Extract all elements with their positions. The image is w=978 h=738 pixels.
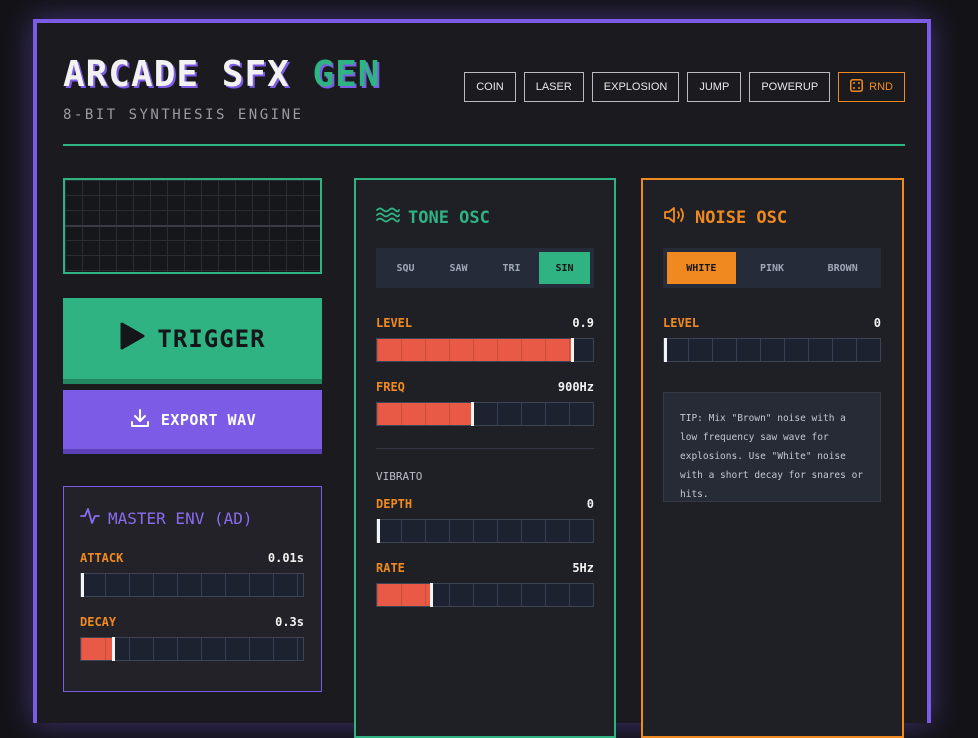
tone-header: TONE OSC [376,206,490,229]
tone-level-slider-knob[interactable] [571,338,575,362]
export-wav-button[interactable]: EXPORT WAV [63,390,322,454]
preset-laser-button[interactable]: LASER [523,72,584,102]
decay-slider-knob[interactable] [112,637,116,661]
preset-powerup-button[interactable]: POWERUP [749,72,831,102]
tone-freq-value: 900Hz [557,380,594,394]
decay-slider-fill [81,638,113,660]
page-title: ARCADE SFX GEN [63,55,380,95]
preset-bar: COIN LASER EXPLOSION JUMP POWERUP RND [464,72,905,102]
tone-level-label: LEVEL [376,316,413,330]
tone-freq-slider[interactable] [376,402,594,426]
tone-oscillator-panel: TONE OSC SQU SAW TRI SIN LEVEL 0.9 FREQ 90… [354,178,616,738]
noise-option-brown[interactable]: BROWN [808,252,877,284]
vibrato-label: VIBRATO [376,470,423,483]
noise-oscillator-panel: NOISE OSC WHITE PINK BROWN LEVEL 0 TIP: M… [641,178,904,738]
vibrato-depth-control: DEPTH 0 [376,497,594,543]
trigger-button[interactable]: TRIGGER [63,298,322,384]
noise-header: NOISE OSC [663,206,787,229]
preset-jump-button[interactable]: JUMP [687,72,742,102]
dice-icon [850,79,864,95]
master-envelope-panel: MASTER ENV (AD) ATTACK 0.01s DECAY 0.3s [63,486,322,692]
trigger-label: TRIGGER [157,324,266,353]
oscilloscope-display [63,178,322,274]
attack-label: ATTACK [80,551,124,565]
rate-label: RATE [376,561,405,575]
decay-control: DECAY 0.3s [80,615,304,661]
vibrato-divider [376,448,594,449]
decay-value: 0.3s [275,615,304,629]
noise-option-pink[interactable]: PINK [738,252,807,284]
tone-level-control: LEVEL 0.9 [376,316,594,362]
header-divider [63,144,905,146]
title-main: ARCADE SFX [63,54,290,95]
noise-title: NOISE OSC [695,207,788,228]
vibrato-rate-control: RATE 5Hz [376,561,594,607]
attack-value: 0.01s [267,551,304,565]
tone-title: TONE OSC [408,207,490,228]
wave-icon [376,206,400,229]
tone-level-slider-fill [377,339,572,361]
tip-box: TIP: Mix "Brown" noise with a low freque… [663,392,881,502]
noise-level-label: LEVEL [663,316,700,330]
noise-level-control: LEVEL 0 [663,316,881,362]
speaker-icon [663,206,687,229]
download-icon [129,407,151,433]
rate-value: 5Hz [572,561,594,575]
random-label: RND [869,81,893,93]
tone-freq-control: FREQ 900Hz [376,380,594,426]
depth-slider-knob[interactable] [377,519,380,543]
app-frame: ARCADE SFX GEN 8-BIT SYNTHESIS ENGINE CO… [33,19,931,738]
noise-type-selector: WHITE PINK BROWN [663,248,881,288]
decay-label: DECAY [80,615,117,629]
play-icon [119,322,145,356]
noise-level-slider[interactable] [663,338,881,362]
depth-label: DEPTH [376,497,413,511]
noise-level-value: 0 [873,316,881,330]
depth-slider[interactable] [376,519,594,543]
tone-freq-label: FREQ [376,380,405,394]
rate-slider-fill [377,584,430,606]
tone-freq-slider-fill [377,403,471,425]
waveform-option-saw[interactable]: SAW [433,252,484,284]
noise-level-slider-knob[interactable] [664,338,667,362]
tone-level-slider[interactable] [376,338,594,362]
oscilloscope-centerline [65,225,320,227]
waveform-selector: SQU SAW TRI SIN [376,248,594,288]
tone-level-value: 0.9 [572,316,594,330]
waveform-option-sin[interactable]: SIN [539,252,590,284]
waveform-option-tri[interactable]: TRI [486,252,537,284]
rate-slider[interactable] [376,583,594,607]
preset-coin-button[interactable]: COIN [464,72,516,102]
page-subtitle: 8-BIT SYNTHESIS ENGINE [63,107,304,123]
attack-control: ATTACK 0.01s [80,551,304,597]
depth-value: 0 [586,497,594,511]
activity-icon [80,507,100,529]
tone-freq-slider-knob[interactable] [470,402,474,426]
attack-slider[interactable] [80,573,304,597]
waveform-option-squ[interactable]: SQU [380,252,431,284]
noise-option-white[interactable]: WHITE [667,252,736,284]
random-button[interactable]: RND [838,72,905,102]
decay-slider[interactable] [80,637,304,661]
rate-slider-knob[interactable] [429,583,433,607]
envelope-header: MASTER ENV (AD) [80,507,253,529]
preset-explosion-button[interactable]: EXPLOSION [591,72,680,102]
attack-slider-knob[interactable] [81,573,84,597]
export-label: EXPORT WAV [160,410,257,429]
title-accent: GEN [312,54,381,95]
envelope-title: MASTER ENV (AD) [108,508,253,528]
